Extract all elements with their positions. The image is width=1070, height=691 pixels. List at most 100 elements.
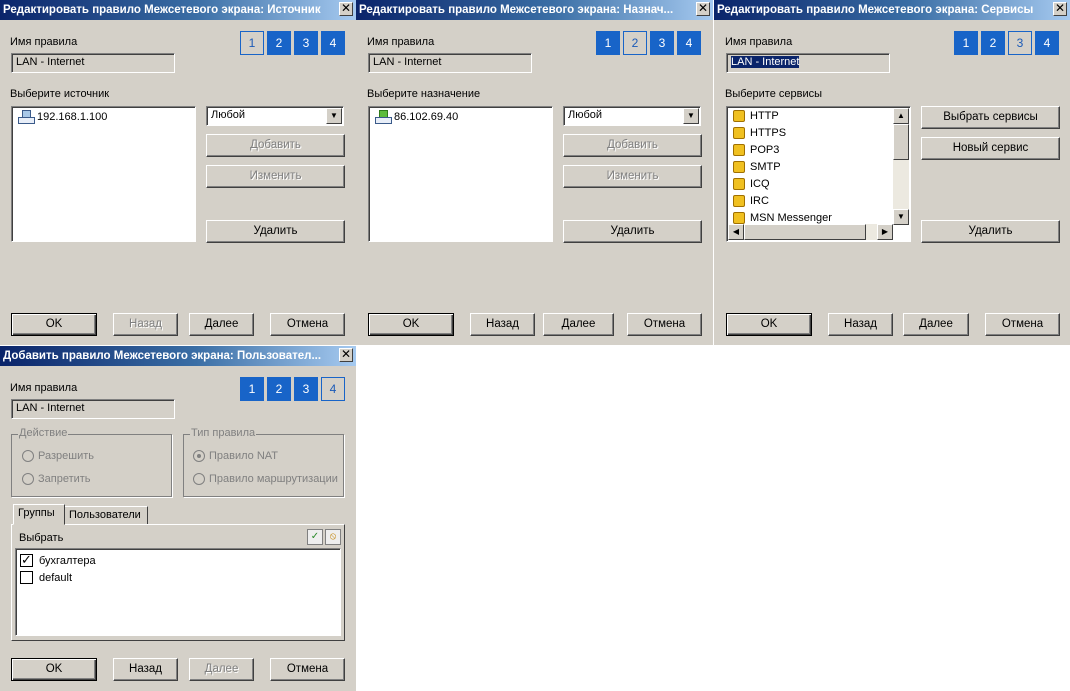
delete-button[interactable]: Удалить xyxy=(921,220,1060,243)
checkbox[interactable] xyxy=(20,571,33,584)
list-item-label: HTTPS xyxy=(750,127,787,139)
network-icon xyxy=(18,110,35,124)
scroll-thumb[interactable] xyxy=(744,224,866,240)
allow-radio[interactable]: Разрешить xyxy=(22,450,94,462)
step-4[interactable]: 4 xyxy=(1035,31,1059,55)
list-item[interactable]: MSN Messenger xyxy=(733,212,832,224)
source-type-select[interactable]: Любой ▼ xyxy=(206,106,344,126)
list-item[interactable]: default xyxy=(20,571,72,584)
step-1[interactable]: 1 xyxy=(240,31,264,55)
next-button[interactable]: Далее xyxy=(903,313,969,336)
step-3[interactable]: 3 xyxy=(294,377,318,401)
rule-name-field[interactable]: LAN - Internet xyxy=(11,53,175,73)
back-button[interactable]: Назад xyxy=(828,313,893,336)
service-icon xyxy=(733,212,745,224)
list-item[interactable]: IRC xyxy=(733,195,769,207)
service-icon xyxy=(733,161,745,173)
window-title: Добавить правило Межсетевого экрана: Пол… xyxy=(3,350,322,362)
tab-groups[interactable]: Группы xyxy=(13,504,65,525)
add-button[interactable]: Добавить xyxy=(206,134,345,157)
ok-button[interactable]: OK xyxy=(368,313,454,336)
step-2[interactable]: 2 xyxy=(267,377,291,401)
ok-button[interactable]: OK xyxy=(11,313,97,336)
service-icon xyxy=(733,178,745,190)
checkbox[interactable] xyxy=(20,552,33,568)
delete-button[interactable]: Удалить xyxy=(563,220,702,243)
ok-button[interactable]: OK xyxy=(11,658,97,681)
next-button[interactable]: Далее xyxy=(189,658,254,681)
step-4[interactable]: 4 xyxy=(321,31,345,55)
edit-button[interactable]: Изменить xyxy=(563,165,702,188)
list-item-label: SMTP xyxy=(750,161,781,173)
vertical-scrollbar[interactable]: ▲ ▼ xyxy=(893,108,909,225)
routing-radio[interactable]: Правило маршрутизации xyxy=(193,473,338,485)
step-1[interactable]: 1 xyxy=(596,31,620,55)
list-item[interactable]: 86.102.69.40 xyxy=(375,110,458,124)
ok-button[interactable]: OK xyxy=(726,313,812,336)
delete-button[interactable]: Удалить xyxy=(206,220,345,243)
close-button[interactable]: ✕ xyxy=(339,2,353,16)
clear-selection-icon[interactable]: ⦸ xyxy=(325,529,341,545)
source-list[interactable]: 192.168.1.100 xyxy=(11,106,196,242)
groups-list[interactable]: бухгалтера default xyxy=(15,548,341,636)
horizontal-scrollbar[interactable]: ◀ ▶ xyxy=(728,224,893,240)
list-item[interactable]: 192.168.1.100 xyxy=(18,110,107,124)
nat-radio[interactable]: Правило NAT xyxy=(193,450,278,462)
rule-name-field[interactable]: LAN - Internet xyxy=(726,53,890,73)
list-item[interactable]: бухгалтера xyxy=(20,552,96,568)
step-1[interactable]: 1 xyxy=(954,31,978,55)
new-service-button[interactable]: Новый сервис xyxy=(921,137,1060,160)
scroll-thumb[interactable] xyxy=(893,124,909,160)
step-3[interactable]: 3 xyxy=(1008,31,1032,55)
cancel-button[interactable]: Отмена xyxy=(627,313,702,336)
next-button[interactable]: Далее xyxy=(543,313,614,336)
scroll-right-icon[interactable]: ▶ xyxy=(877,224,893,240)
list-item[interactable]: HTTPS xyxy=(733,127,786,139)
step-4[interactable]: 4 xyxy=(677,31,701,55)
cancel-button[interactable]: Отмена xyxy=(270,313,345,336)
back-button[interactable]: Назад xyxy=(470,313,535,336)
step-2[interactable]: 2 xyxy=(267,31,291,55)
rule-name-field[interactable]: LAN - Internet xyxy=(11,399,175,419)
close-button[interactable]: ✕ xyxy=(1053,2,1067,16)
step-4[interactable]: 4 xyxy=(321,377,345,401)
deny-radio[interactable]: Запретить xyxy=(22,473,91,485)
services-list[interactable]: HTTP HTTPS POP3 SMTP ICQ IRC MSN Messeng… xyxy=(726,106,911,242)
step-2[interactable]: 2 xyxy=(623,31,647,55)
routing-label: Правило маршрутизации xyxy=(209,473,338,485)
chevron-down-icon[interactable]: ▼ xyxy=(683,108,699,124)
list-item-label: default xyxy=(39,571,73,584)
window-title: Редактировать правило Межсетевого экрана… xyxy=(717,4,1034,16)
rule-type-group-title: Тип правила xyxy=(190,427,257,439)
scroll-up-icon[interactable]: ▲ xyxy=(893,108,909,124)
close-button[interactable]: ✕ xyxy=(696,2,710,16)
next-button[interactable]: Далее xyxy=(189,313,254,336)
list-item[interactable]: POP3 xyxy=(733,144,779,156)
select-all-icon[interactable]: ✓ xyxy=(307,529,323,545)
step-1[interactable]: 1 xyxy=(240,377,264,401)
back-button[interactable]: Назад xyxy=(113,313,178,336)
list-item[interactable]: HTTP xyxy=(733,110,779,122)
rule-name-value: LAN - Internet xyxy=(16,56,85,68)
step-2[interactable]: 2 xyxy=(981,31,1005,55)
scroll-left-icon[interactable]: ◀ xyxy=(728,224,744,240)
cancel-button[interactable]: Отмена xyxy=(985,313,1060,336)
edit-button[interactable]: Изменить xyxy=(206,165,345,188)
list-item-label: ICQ xyxy=(750,178,770,190)
choose-services-button[interactable]: Выбрать сервисы xyxy=(921,106,1060,129)
tab-users[interactable]: Пользователи xyxy=(64,506,148,525)
back-button[interactable]: Назад xyxy=(113,658,178,681)
chevron-down-icon[interactable]: ▼ xyxy=(326,108,342,124)
scroll-down-icon[interactable]: ▼ xyxy=(893,209,909,225)
list-item[interactable]: ICQ xyxy=(733,178,770,190)
destination-type-select[interactable]: Любой ▼ xyxy=(563,106,701,126)
add-button[interactable]: Добавить xyxy=(563,134,702,157)
step-3[interactable]: 3 xyxy=(294,31,318,55)
step-3[interactable]: 3 xyxy=(650,31,674,55)
close-button[interactable]: ✕ xyxy=(339,348,353,362)
cancel-button[interactable]: Отмена xyxy=(270,658,345,681)
title-bar: Редактировать правило Межсетевого экрана… xyxy=(714,0,1070,20)
rule-name-field[interactable]: LAN - Internet xyxy=(368,53,532,73)
destination-list[interactable]: 86.102.69.40 xyxy=(368,106,553,242)
list-item[interactable]: SMTP xyxy=(733,161,781,173)
